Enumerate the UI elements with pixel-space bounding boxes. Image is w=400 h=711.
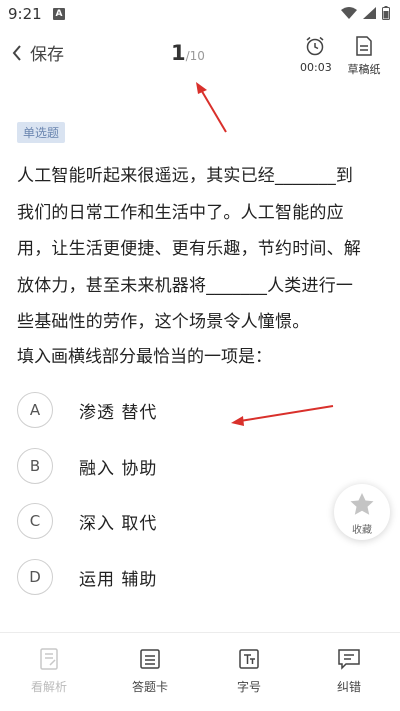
wifi-icon [341,7,357,19]
favorite-button[interactable]: 收藏 [334,484,390,540]
stem-line: 放体力，甚至未来机器将_______人类进行一 [17,275,354,296]
stem-line: 用，让生活更便捷、更有乐趣，节约时间、解 [17,239,361,259]
signal-icon [363,7,376,19]
progress-total: /10 [185,49,205,63]
draft-paper-button[interactable]: 草稿纸 [344,36,384,77]
alarm-clock-icon [306,36,324,56]
bottom-nav-label: 看解析 [30,680,67,694]
top-header: 保存 1 /10 00:03 草稿纸 [0,28,400,80]
timer-button[interactable]: 00:03 [300,36,332,74]
option-a[interactable]: A 渗透 替代 [17,390,317,430]
draft-paper-icon [356,36,372,56]
option-letter: D [17,559,53,595]
draft-paper-label: 草稿纸 [347,63,381,76]
favorite-label: 收藏 [352,525,372,536]
bottom-nav-label: 字号 [236,680,261,694]
report-error-button[interactable]: 纠错 [314,648,384,695]
bottom-toolbar: 看解析 答题卡 字号 纠错 [0,632,400,711]
analysis-icon [40,648,58,670]
stem-line: 些基础性的劳作，这个场景令人憧憬。 [17,312,310,332]
system-icons [341,6,390,20]
annotation-arrow-progress [196,82,227,133]
timer-value: 00:03 [300,61,332,74]
option-text: 运用 辅助 [79,569,158,590]
status-bar: 9:21 A [0,0,400,28]
save-label: 保存 [30,45,64,65]
back-save-button[interactable]: 保存 [12,40,64,65]
option-letter: A [17,392,53,428]
question-prompt: 填入画横线部分最恰当的一项是： [17,347,272,367]
option-c[interactable]: C 深入 取代 [17,501,317,541]
option-text: 渗透 替代 [79,402,158,423]
option-letter: C [17,503,53,539]
option-text: 融入 协助 [79,458,158,479]
battery-icon [382,6,390,20]
question-type-tag: 单选题 [17,122,66,143]
bottom-nav-label: 纠错 [336,680,361,694]
question-progress: 1 /10 [171,41,205,65]
stem-line: 人工智能听起来很遥远，其实已经_______到 [17,166,354,186]
font-size-icon [239,649,259,669]
progress-current: 1 [171,41,186,65]
option-text: 深入 取代 [79,513,158,534]
option-b[interactable]: B 融入 协助 [17,446,317,486]
font-size-button[interactable]: 字号 [214,648,284,695]
status-time: 9:21 [8,5,42,23]
view-analysis-button[interactable]: 看解析 [14,648,84,695]
answer-sheet-button[interactable]: 答题卡 [115,648,185,695]
stem-line: 我们的日常工作和生活中了。人工智能的应 [17,202,344,223]
bottom-nav-label: 答题卡 [131,680,168,694]
option-d[interactable]: D 运用 辅助 [17,557,317,597]
question-stem: 人工智能听起来很遥远，其实已经_______到 我们的日常工作和生活中了。人工智… [17,158,387,341]
chevron-left-icon [12,44,21,61]
option-letter: B [17,448,53,484]
notification-icon: A [53,8,65,20]
star-icon [350,493,374,515]
report-error-icon [338,649,360,670]
answer-sheet-icon [140,649,160,669]
